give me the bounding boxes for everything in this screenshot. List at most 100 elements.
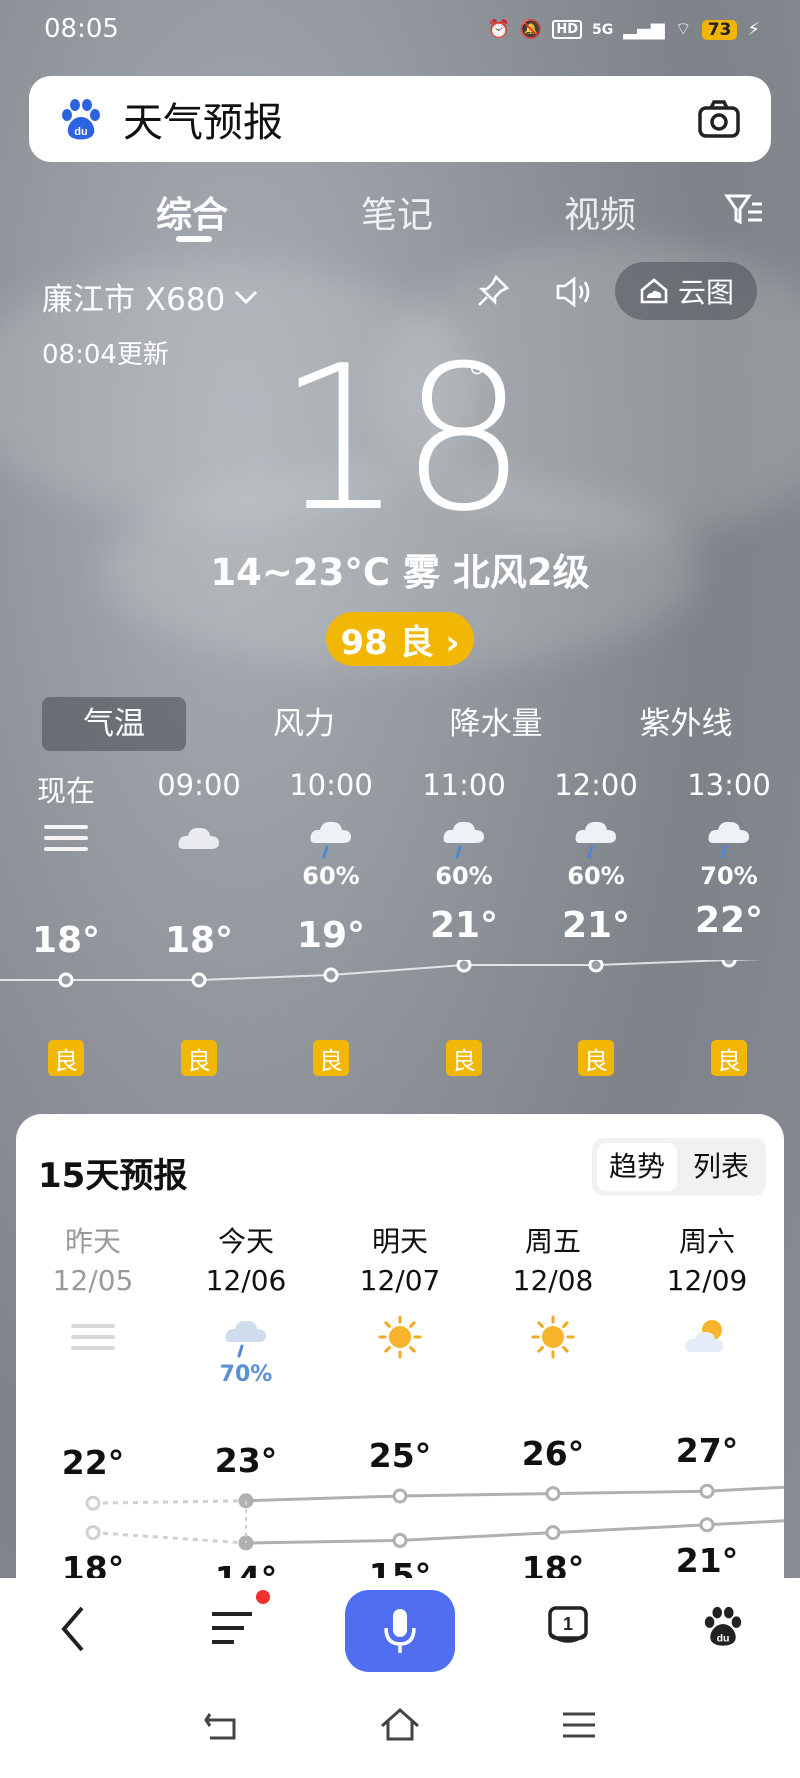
temp-trend-point	[699, 1483, 715, 1499]
temp-trend-point	[392, 1532, 408, 1548]
hourly-temp-point	[58, 972, 74, 988]
temp-trend-point	[85, 1495, 101, 1511]
tabs-count-icon[interactable]: 1	[546, 1604, 590, 1650]
hourly-aqi: 良	[711, 1040, 747, 1076]
svg-text:du: du	[717, 1632, 730, 1644]
system-back-icon[interactable]	[202, 1710, 242, 1742]
hourly-temp: 21°	[429, 905, 499, 946]
tab-video[interactable]: 视频	[564, 186, 636, 238]
charging-icon: ⚡	[747, 19, 760, 40]
temp-trend-segment	[92, 1531, 247, 1545]
temp-trend-segment	[92, 1499, 247, 1505]
hourly-temp: 18°	[164, 920, 234, 961]
weather-summary: 14~23°C 雾 北风2级	[210, 551, 590, 594]
bottom-navigation: 1 du	[0, 1578, 800, 1778]
tab-notes[interactable]: 笔记	[361, 186, 433, 238]
temp-trend-point	[392, 1488, 408, 1504]
wifi-icon: ⌔	[674, 19, 692, 40]
baidu-home-icon[interactable]: du	[700, 1602, 746, 1650]
hourly-temp-point	[456, 960, 472, 973]
hourly-precip: 70%	[700, 862, 758, 890]
search-query: 天气预报	[123, 100, 283, 146]
system-recents-icon[interactable]	[560, 1710, 598, 1740]
mute-icon: 🔕	[519, 19, 543, 40]
hourly-aqi: 良	[181, 1040, 217, 1076]
svg-text:1: 1	[563, 1614, 573, 1634]
location-selector[interactable]: 廉江市 X680	[42, 274, 259, 319]
hourly-temp-point	[588, 960, 604, 973]
hourly-time: 10:00	[289, 768, 373, 802]
temp-trend-segment	[706, 1485, 784, 1493]
hourly-time: 现在	[36, 774, 95, 808]
battery-level: 73	[701, 19, 738, 40]
subtab-uv[interactable]: 紫外线	[614, 697, 758, 751]
rain-cloud-icon	[575, 821, 616, 859]
chevron-down-icon	[235, 290, 258, 304]
current-temperature: 18	[276, 323, 528, 556]
hourly-icon-slot	[536, 815, 656, 861]
signal-icon: ▂▄▆	[623, 19, 665, 40]
hourly-temp: 18°	[31, 920, 101, 961]
hourly-aqi: 良	[313, 1040, 349, 1076]
rain-cloud-icon	[310, 821, 351, 859]
temp-trend-segment	[245, 1494, 401, 1503]
aqi-badge[interactable]: 98 良 ›	[326, 612, 474, 666]
menu-icon[interactable]	[210, 1608, 254, 1648]
hourly-temp: 22°	[694, 900, 764, 941]
rain-cloud-icon	[708, 821, 749, 859]
weather-screen: 08:05 ⏰ 🔕 HD 5G ▂▄▆ ⌔ 73 ⚡ du 天气预报 综合 笔记	[0, 0, 800, 1778]
temp-trend-segment	[399, 1492, 554, 1498]
temp-trend-segment	[706, 1519, 784, 1527]
tab-comprehensive[interactable]: 综合	[156, 186, 228, 238]
hourly-temp-point	[191, 972, 207, 988]
hourly-icon-slot	[404, 815, 524, 861]
hourly-temp: 19°	[296, 915, 366, 956]
temp-trend-point	[545, 1486, 561, 1502]
temp-trend-segment	[552, 1523, 708, 1535]
camera-icon[interactable]	[697, 99, 741, 139]
hourly-metric-tabs: 气温 风力 降水量 紫外线	[0, 697, 800, 751]
subtab-wind[interactable]: 风力	[232, 697, 376, 751]
city-name: 廉江市 X680	[42, 282, 226, 318]
hourly-time: 11:00	[422, 768, 506, 802]
voice-search-button[interactable]	[345, 1590, 455, 1672]
filter-icon[interactable]	[724, 192, 764, 226]
haze-icon	[44, 825, 88, 851]
svg-text:du: du	[74, 126, 87, 138]
temp-trend-point	[545, 1525, 561, 1541]
temp-trend-point	[85, 1525, 101, 1541]
temp-trend-point	[699, 1517, 715, 1533]
subtab-temperature[interactable]: 气温	[42, 697, 186, 751]
temp-trend-segment	[552, 1489, 708, 1496]
degree-symbol: °	[466, 354, 488, 405]
network-label: 5G	[592, 21, 614, 38]
hourly-icon-slot	[6, 815, 126, 861]
active-tab-indicator	[176, 236, 212, 242]
hd-badge: HD	[552, 20, 582, 39]
rain-cloud-icon	[443, 821, 484, 859]
hourly-icon-slot	[669, 815, 789, 861]
cloud-map-button[interactable]: 云图	[615, 262, 757, 320]
alarm-icon: ⏰	[487, 19, 510, 40]
hourly-aqi: 良	[48, 1040, 84, 1076]
cloud-icon	[178, 827, 219, 849]
pin-icon[interactable]	[476, 274, 510, 308]
hourly-aqi: 良	[578, 1040, 614, 1076]
system-home-icon[interactable]	[378, 1706, 422, 1742]
cloud-map-label: 云图	[677, 276, 734, 309]
temp-trend-segment	[399, 1531, 554, 1542]
cloud-map-icon	[640, 278, 668, 304]
hourly-temp-point	[721, 960, 737, 968]
hourly-temp-point	[323, 967, 339, 983]
hourly-precip: 60%	[302, 862, 360, 890]
search-bar[interactable]: du 天气预报	[29, 76, 771, 162]
speaker-icon[interactable]	[554, 274, 594, 310]
hourly-precip: 60%	[435, 862, 493, 890]
hourly-icon-slot	[139, 815, 259, 861]
back-icon[interactable]	[58, 1604, 88, 1654]
hourly-temp-curve	[0, 960, 765, 988]
hourly-aqi: 良	[446, 1040, 482, 1076]
temp-trend-segment	[245, 1538, 401, 1545]
hourly-icon-slot	[271, 815, 391, 861]
subtab-precipitation[interactable]: 降水量	[424, 697, 568, 751]
